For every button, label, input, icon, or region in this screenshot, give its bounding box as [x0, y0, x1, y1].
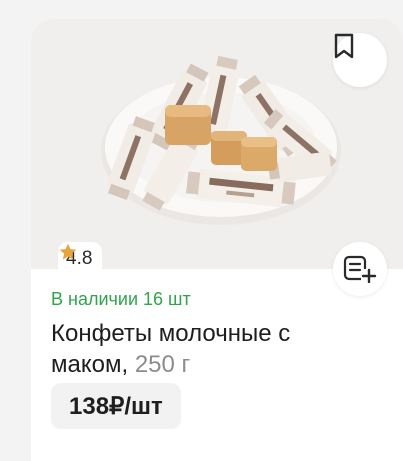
product-price: 138₽/шт [69, 392, 163, 420]
product-title[interactable]: Конфеты молочные с маком, 250 г [51, 318, 351, 380]
stock-status: В наличии 16 шт [51, 289, 191, 309]
product-weight: 250 г [134, 351, 191, 378]
bookmark-icon [334, 33, 354, 59]
star-icon [59, 243, 77, 260]
rating-badge: 4.8 [58, 242, 103, 276]
add-to-list-icon [343, 255, 377, 283]
bookmark-button[interactable] [333, 33, 387, 87]
price-button[interactable]: 138₽/шт [51, 383, 181, 429]
product-card[interactable]: 4.8 В наличии 16 шт Конфеты молочные с м… [31, 19, 403, 461]
product-photo[interactable]: 4.8 [31, 19, 403, 276]
add-to-list-button[interactable] [333, 242, 387, 296]
